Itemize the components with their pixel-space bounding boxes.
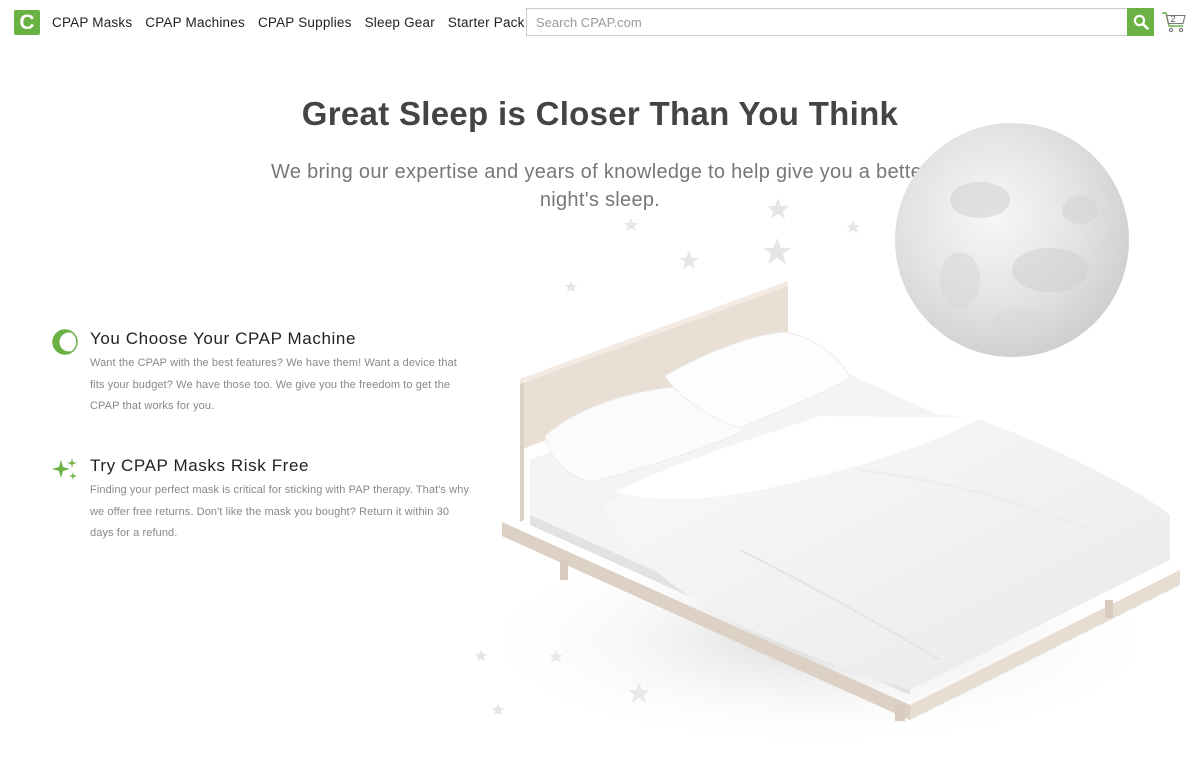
bed-moon-illustration (470, 123, 1180, 750)
sparkle-icon (52, 458, 77, 480)
cpap-logo[interactable]: C (14, 10, 40, 35)
cart-count: 2 (1170, 14, 1176, 24)
moon-icon (895, 123, 1129, 357)
main-nav: CPAP Masks CPAP Machines CPAP Supplies S… (52, 15, 538, 30)
nav-cpap-supplies[interactable]: CPAP Supplies (258, 15, 352, 30)
search-icon (1133, 14, 1149, 30)
feature-try-masks: Try CPAP Masks Risk Free Finding your pe… (52, 456, 472, 546)
nav-cpap-masks[interactable]: CPAP Masks (52, 15, 132, 30)
search-input[interactable] (526, 8, 1127, 36)
feature-text: Want the CPAP with the best features? We… (90, 357, 457, 412)
search-button[interactable] (1127, 8, 1154, 36)
nav-starter-pack[interactable]: Starter Pack (448, 15, 525, 30)
nav-sleep-gear[interactable]: Sleep Gear (365, 15, 435, 30)
site-header: C CPAP Masks CPAP Machines CPAP Supplies… (0, 0, 1200, 44)
cart-button[interactable]: 2 (1160, 9, 1188, 35)
feature-title: Try CPAP Masks Risk Free (90, 456, 310, 475)
feature-title: You Choose Your CPAP Machine (90, 329, 356, 348)
nav-cpap-machines[interactable]: CPAP Machines (145, 15, 245, 30)
crescent-moon-icon (52, 329, 78, 355)
feature-text: Finding your perfect mask is critical fo… (90, 484, 470, 539)
feature-choose-machine: You Choose Your CPAP Machine Want the CP… (52, 329, 472, 419)
